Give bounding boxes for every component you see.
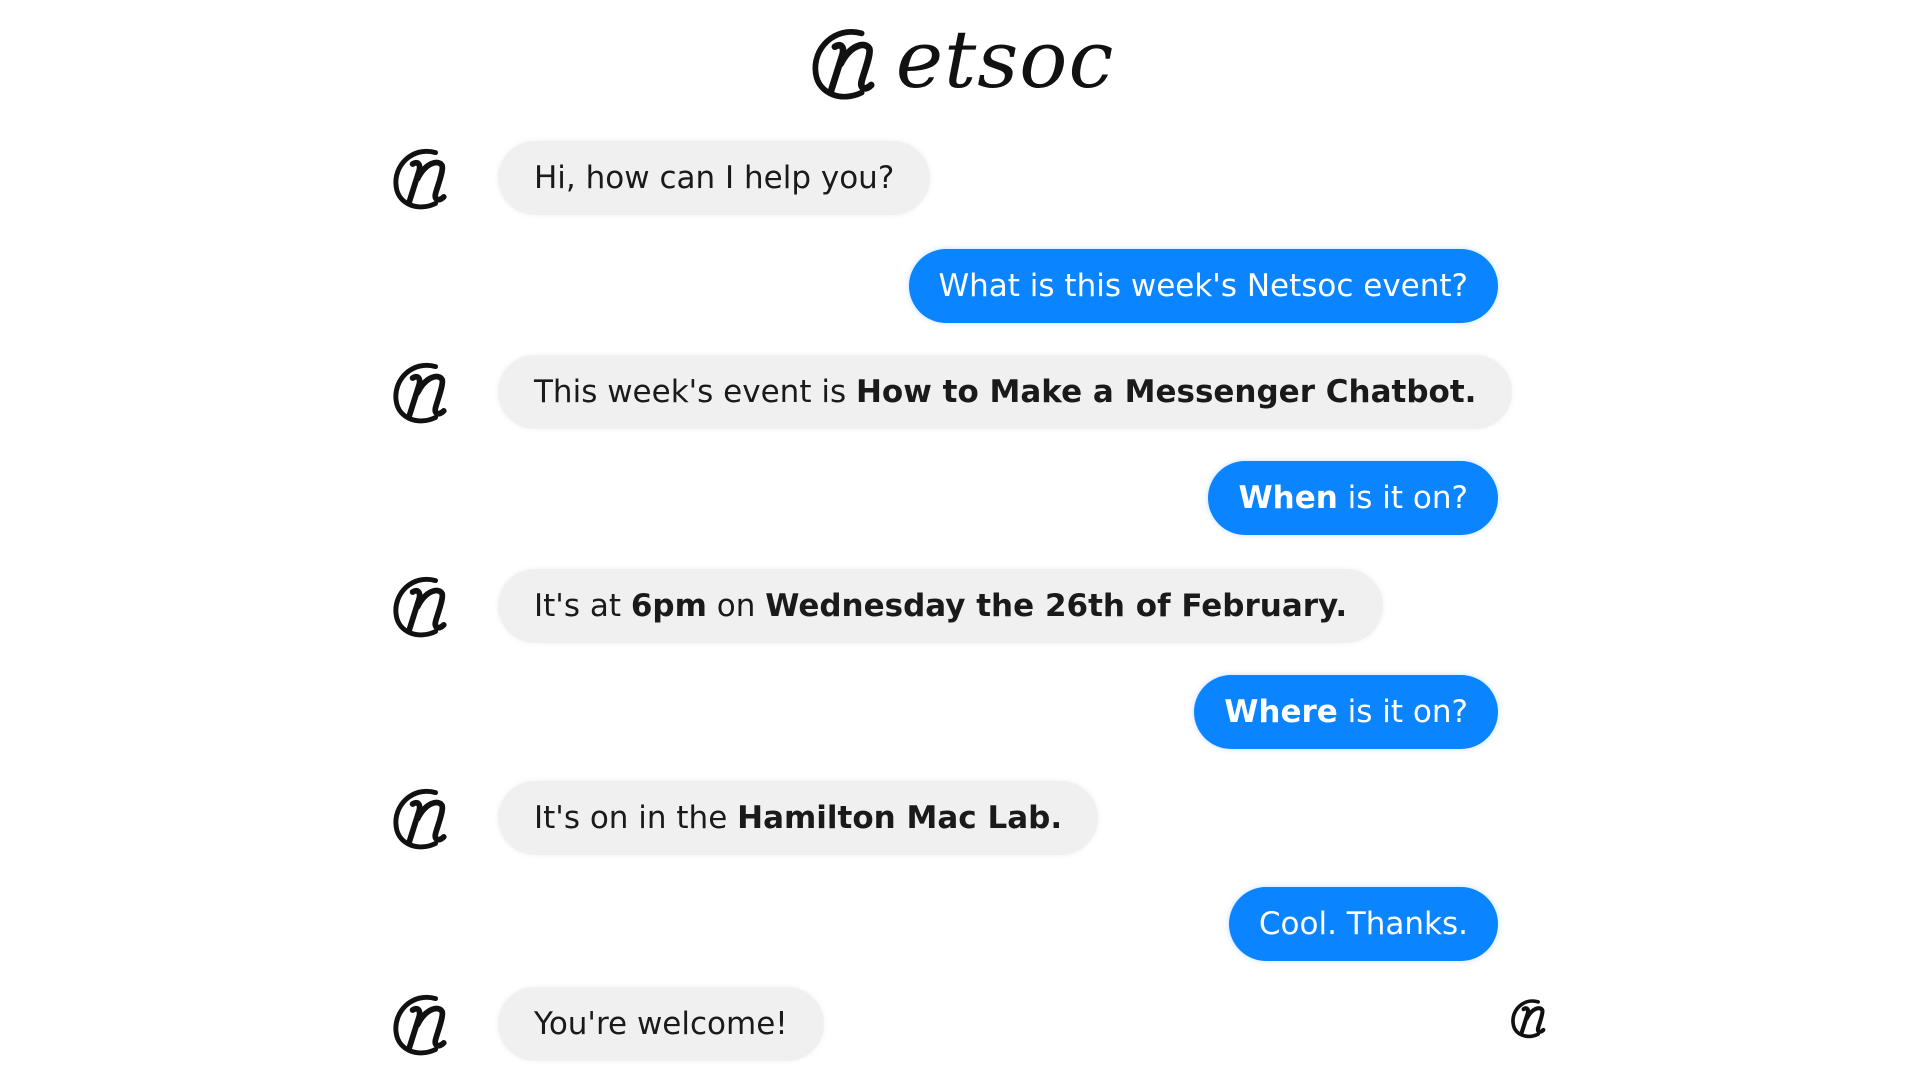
user-message-bubble: When is it on?	[1208, 461, 1498, 535]
message-text: It's at	[534, 588, 631, 624]
message-text: is it on?	[1337, 694, 1468, 730]
bot-message-bubble: You're welcome!	[498, 987, 824, 1061]
netsoc-corner-logo-icon	[1511, 999, 1546, 1039]
bot-message-row: This week's event is How to Make a Messe…	[0, 352, 1920, 432]
bot-avatar-icon	[393, 362, 447, 424]
bot-avatar-icon	[393, 788, 447, 850]
message-text: You're welcome!	[534, 1006, 788, 1042]
message-text: This week's event is	[534, 374, 856, 410]
bot-message-row: You're welcome!	[0, 984, 1920, 1064]
message-text: Hi, how can I help you?	[534, 160, 895, 196]
message-text: How to Make a Messenger Chatbot.	[855, 374, 1477, 410]
user-message-bubble: Cool. Thanks.	[1228, 887, 1498, 961]
brand-name: etsoc	[895, 13, 1115, 106]
bot-avatar-icon	[393, 148, 447, 210]
bot-message-row: Hi, how can I help you?	[0, 138, 1920, 218]
message-text: It's on in the	[534, 800, 738, 836]
bot-avatar-icon	[393, 576, 447, 638]
message-text: 6pm	[630, 588, 707, 624]
bot-message-row: It's at 6pm on Wednesday the 26th of Feb…	[0, 566, 1920, 646]
bot-avatar-icon	[393, 994, 447, 1056]
message-text: When	[1238, 480, 1338, 516]
netsoc-n-logo-icon	[812, 29, 875, 100]
header: etsoc	[0, 18, 1920, 108]
message-text: Wednesday the 26th of February.	[765, 588, 1348, 624]
message-text: Cool. Thanks.	[1258, 906, 1468, 942]
user-message-row: Where is it on?	[0, 672, 1920, 752]
netsoc-wordmark: etsoc	[806, 20, 1115, 106]
message-text: Where	[1224, 694, 1338, 730]
user-message-bubble: What is this week's Netsoc event?	[908, 249, 1498, 323]
message-text: is it on?	[1337, 480, 1468, 516]
message-text: What is this week's Netsoc event?	[938, 268, 1469, 304]
bot-message-row: It's on in the Hamilton Mac Lab.	[0, 778, 1920, 858]
bot-message-bubble: Hi, how can I help you?	[498, 141, 931, 215]
user-message-row: What is this week's Netsoc event?	[0, 246, 1920, 326]
bot-message-bubble: It's on in the Hamilton Mac Lab.	[498, 781, 1099, 855]
bot-message-bubble: This week's event is How to Make a Messe…	[498, 355, 1513, 429]
message-text: Hamilton Mac Lab.	[737, 800, 1063, 836]
user-message-bubble: Where is it on?	[1194, 675, 1498, 749]
user-message-row: Cool. Thanks.	[0, 884, 1920, 964]
bot-message-bubble: It's at 6pm on Wednesday the 26th of Feb…	[498, 569, 1384, 643]
user-message-row: When is it on?	[0, 458, 1920, 538]
message-text: on	[706, 588, 766, 624]
